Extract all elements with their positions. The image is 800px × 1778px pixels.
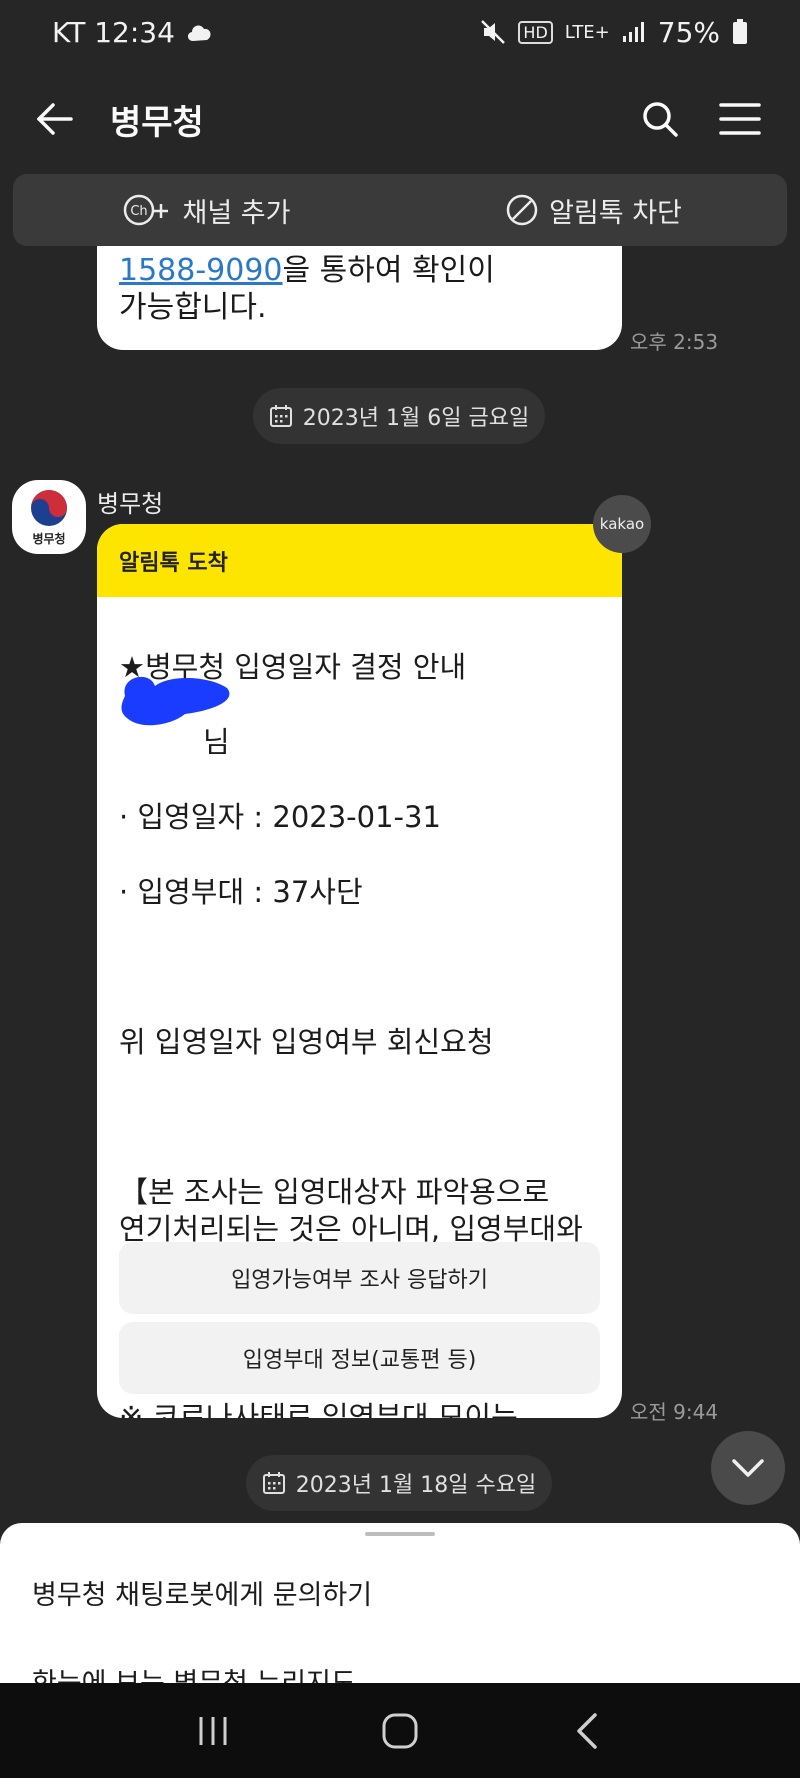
chevron-down-icon xyxy=(732,1459,764,1477)
battery-percent: 75% xyxy=(657,15,720,49)
calendar-icon xyxy=(262,1472,285,1494)
date-label: 2023년 1월 18일 수요일 xyxy=(295,1473,537,1498)
home-icon xyxy=(382,1713,418,1748)
kakao-badge: kakao xyxy=(593,495,651,553)
covid-notice-text: ※ 코로나사태로 입영부대 모이는 장소가 변경된 부대가 있으니, 병무청 누… xyxy=(119,1399,518,1419)
date-label: 2023년 1월 6일 금요일 xyxy=(302,406,530,431)
block-icon xyxy=(506,194,538,226)
enlist-date-line: · 입영일자 : 2023-01-31 xyxy=(119,799,441,834)
page-title: 병무청 xyxy=(110,102,204,143)
system-nav-bar xyxy=(0,1683,800,1778)
back-arrow-icon xyxy=(37,103,73,135)
channel-add-icon: Ch xyxy=(123,194,168,226)
sheet-drag-handle[interactable] xyxy=(365,1532,435,1536)
block-alimtalk-label: 알림톡 차단 xyxy=(549,197,682,229)
message-bubble: 알림톡 도착 ★병무청 입영일자 결정 안내 님 · 입영일자 : 2023-0… xyxy=(97,524,622,1418)
search-button[interactable] xyxy=(630,89,690,149)
enlist-unit-line: · 입영부대 : 37사단 xyxy=(119,874,363,909)
add-channel-label: 채널 추가 xyxy=(182,197,291,229)
taegeuk-logo-icon xyxy=(31,489,67,526)
message-time: 오전 9:44 xyxy=(630,1400,719,1424)
previous-message-bubble: 1588-9090을 통하여 확인이 가능합니다. xyxy=(97,246,622,350)
bottom-menu-sheet: 병무청 채팅로봇에게 문의하기 한눈에 보는 병무청 누리지도 xyxy=(0,1523,800,1683)
chevron-left-icon xyxy=(576,1712,597,1749)
network-label: LTE+ xyxy=(564,21,610,43)
request-line: 위 입영일자 입영여부 회신요청 xyxy=(119,1024,494,1059)
sender-name: 병무청 xyxy=(97,490,164,518)
home-button[interactable] xyxy=(370,1701,430,1761)
status-bar: KT 12:34 HD LTE+ 75% xyxy=(0,0,800,64)
block-alimtalk-button[interactable]: 알림톡 차단 xyxy=(400,191,787,230)
search-icon xyxy=(643,102,678,137)
cloud-icon xyxy=(187,25,211,41)
alimtalk-header: 알림톡 도착 xyxy=(97,524,622,597)
signal-icon xyxy=(622,22,644,42)
calendar-icon xyxy=(269,405,292,427)
svg-text:Ch: Ch xyxy=(130,204,147,219)
battery-icon xyxy=(733,19,747,44)
scroll-to-bottom-button[interactable] xyxy=(711,1431,785,1505)
hd-badge: HD xyxy=(518,20,553,44)
mute-icon xyxy=(481,20,506,44)
unit-info-button[interactable]: 입영부대 정보(교통편 등) xyxy=(119,1322,600,1394)
survey-response-button[interactable]: 입영가능여부 조사 응답하기 xyxy=(119,1242,600,1314)
status-time: KT 12:34 xyxy=(52,15,175,49)
add-channel-button[interactable]: Ch 채널 추가 xyxy=(13,191,400,230)
chatbot-inquiry-item[interactable]: 병무청 채팅로봇에게 문의하기 xyxy=(32,1573,372,1612)
phone-link[interactable]: 1588-9090 xyxy=(119,253,283,288)
previous-message-time: 오후 2:53 xyxy=(630,330,719,354)
hamburger-menu-icon xyxy=(719,103,761,135)
recent-apps-icon xyxy=(199,1716,227,1745)
channel-action-bar: Ch 채널 추가 알림톡 차단 xyxy=(13,174,787,246)
date-divider: 2023년 1월 6일 금요일 xyxy=(253,388,545,444)
menu-button[interactable] xyxy=(710,89,770,149)
redaction-scribble xyxy=(121,676,230,726)
back-nav-button[interactable] xyxy=(557,1701,617,1761)
avatar[interactable]: 병무청 xyxy=(12,480,86,554)
date-divider: 2023년 1월 18일 수요일 xyxy=(246,1455,552,1511)
recent-apps-button[interactable] xyxy=(183,1701,243,1761)
back-button[interactable] xyxy=(30,94,80,144)
chat-header: 병무청 xyxy=(0,64,800,174)
map-item[interactable]: 한눈에 보는 병무청 누리지도 xyxy=(32,1661,356,1683)
